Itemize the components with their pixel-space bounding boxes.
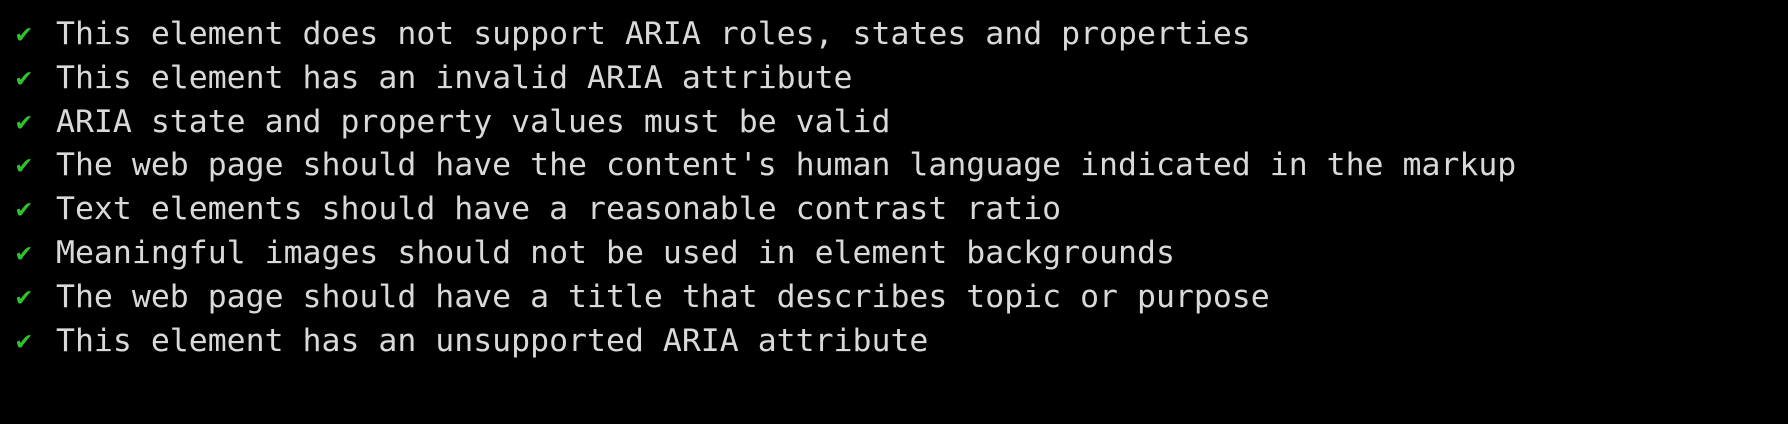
check-mark-icon: ✔ <box>16 325 32 356</box>
result-text: Text elements should have a reasonable c… <box>56 191 1062 228</box>
result-text: This element has an invalid ARIA attribu… <box>56 59 853 96</box>
check-mark-icon: ✔ <box>16 281 32 312</box>
result-text: The web page should have a title that de… <box>56 278 1270 315</box>
result-line: ✔ ARIA state and property values must be … <box>16 101 1788 145</box>
result-line: ✔ Text elements should have a reasonable … <box>16 188 1788 232</box>
result-text: This element does not support ARIA roles… <box>56 16 1251 52</box>
result-line: ✔ This element has an invalid ARIA attrib… <box>16 57 1788 101</box>
check-mark-icon: ✔ <box>16 62 32 93</box>
check-mark-icon: ✔ <box>16 237 32 268</box>
check-mark-icon: ✔ <box>16 106 32 137</box>
terminal-output: ✔ This element does not support ARIA role… <box>0 0 1788 363</box>
result-line: ✔ This element does not support ARIA role… <box>16 13 1788 57</box>
result-text: ARIA state and property values must be v… <box>56 103 891 140</box>
result-line: ✔ The web page should have the content's … <box>16 144 1788 188</box>
result-text: The web page should have the content's h… <box>56 147 1517 184</box>
result-text: This element has an unsupported ARIA att… <box>56 322 929 359</box>
result-line: ✔ Meaningful images should not be used in… <box>16 232 1788 276</box>
check-mark-icon: ✔ <box>16 150 32 181</box>
check-mark-icon: ✔ <box>16 19 32 49</box>
check-mark-icon: ✔ <box>16 194 32 225</box>
result-line: ✔ This element has an unsupported ARIA at… <box>16 320 1788 364</box>
result-text: Meaningful images should not be used in … <box>56 234 1175 271</box>
result-line: ✔ The web page should have a title that d… <box>16 276 1788 320</box>
